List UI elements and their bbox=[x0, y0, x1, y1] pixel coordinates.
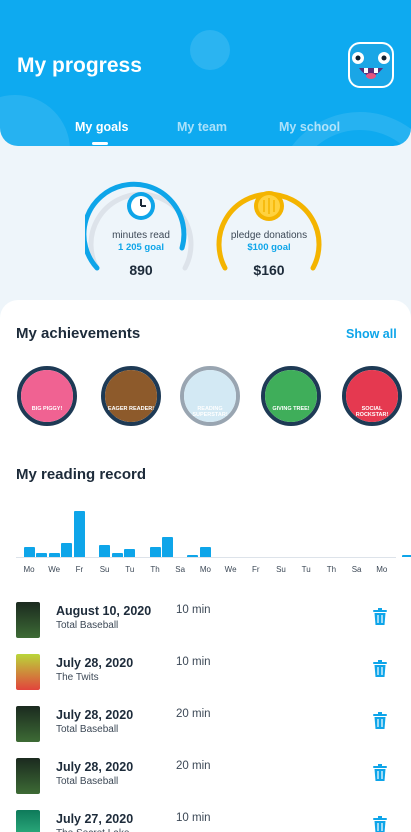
achievement-badge[interactable]: BIG PIGGY! bbox=[17, 366, 77, 426]
achievements-title: My achievements bbox=[16, 325, 141, 342]
goal-label: pledge donations bbox=[230, 230, 308, 241]
goal-minutes-read: minutes read 1 205 goal 890 bbox=[85, 168, 197, 280]
monster-avatar-icon bbox=[350, 44, 392, 86]
chart-tick-label: Fr bbox=[252, 565, 260, 574]
badge-label: SOCIAL ROCKSTAR! bbox=[355, 406, 389, 418]
tab-my-goals[interactable]: My goals bbox=[75, 120, 129, 134]
chart-bar bbox=[23, 546, 35, 557]
entry-date: July 28, 2020 bbox=[56, 656, 134, 670]
entry-book-title: The Secret Lake bbox=[56, 828, 129, 832]
chart-tick-label: Sa bbox=[351, 565, 362, 574]
chart-bar bbox=[162, 536, 174, 557]
trash-icon[interactable] bbox=[372, 712, 388, 730]
trash-icon[interactable] bbox=[372, 660, 388, 678]
goal-value: $160 bbox=[253, 262, 285, 278]
coin-icon bbox=[254, 191, 284, 221]
entry-minutes: 20 min bbox=[176, 760, 211, 772]
entry-minutes: 10 min bbox=[176, 656, 211, 668]
book-cover bbox=[16, 602, 40, 638]
entry-date: August 10, 2020 bbox=[56, 604, 152, 618]
chart-tick-label: Th bbox=[150, 565, 160, 574]
chart-baseline bbox=[16, 557, 396, 558]
reading-entry[interactable]: July 28, 2020 Total Baseball 20 min bbox=[16, 706, 396, 746]
chart-tick-label: Mo bbox=[23, 565, 35, 574]
tab-my-school[interactable]: My school bbox=[279, 120, 340, 134]
goal-label: minutes read bbox=[112, 230, 170, 241]
achievement-badge[interactable]: READING SUPERSTAR! bbox=[180, 366, 240, 426]
entry-date: July 28, 2020 bbox=[56, 760, 134, 774]
book-cover bbox=[16, 654, 40, 690]
reading-entry[interactable]: July 28, 2020 The Twits 10 min bbox=[16, 654, 396, 694]
reading-record-title: My reading record bbox=[16, 466, 147, 483]
badge-label: BIG PIGGY! bbox=[31, 406, 63, 412]
book-cover bbox=[16, 706, 40, 742]
entry-minutes: 20 min bbox=[176, 708, 211, 720]
book-cover bbox=[16, 758, 40, 794]
book-cover bbox=[16, 810, 40, 832]
avatar[interactable] bbox=[348, 42, 394, 88]
trash-icon[interactable] bbox=[372, 764, 388, 782]
tab-my-team[interactable]: My team bbox=[177, 120, 227, 134]
entry-book-title: Total Baseball bbox=[56, 620, 119, 631]
goal-value: 890 bbox=[129, 262, 153, 278]
chart-tick-label: Fr bbox=[75, 565, 84, 574]
clock-icon bbox=[127, 192, 155, 220]
badge-label: GIVING TREE! bbox=[272, 406, 310, 412]
entry-date: July 28, 2020 bbox=[56, 708, 134, 722]
goal-target: $100 goal bbox=[247, 242, 291, 253]
chart-bar bbox=[73, 511, 85, 557]
active-tab-indicator bbox=[92, 142, 108, 145]
trash-icon[interactable] bbox=[372, 608, 388, 626]
chart-tick-label: Tu bbox=[125, 565, 135, 574]
chart-tick-label: We bbox=[224, 565, 237, 574]
chart-bar bbox=[149, 546, 161, 557]
chart-tick-label: Mo bbox=[199, 565, 211, 574]
tab-bar: My goals My team My school bbox=[0, 120, 411, 142]
entry-date: July 27, 2020 bbox=[56, 812, 134, 826]
chart-bar bbox=[187, 554, 199, 557]
badge-emblem bbox=[265, 370, 317, 422]
badge-emblem bbox=[21, 370, 73, 422]
chart-tick-label: Mo bbox=[376, 565, 388, 574]
chart-bar bbox=[61, 542, 73, 557]
reading-entry[interactable]: July 27, 2020 The Secret Lake 10 min bbox=[16, 810, 396, 832]
chart-tick-label: Su bbox=[99, 565, 110, 574]
badge-label: EAGER READER! bbox=[107, 406, 155, 412]
chart-bar bbox=[99, 544, 111, 557]
chart-bar bbox=[111, 552, 123, 557]
entry-minutes: 10 min bbox=[176, 604, 211, 616]
chart-bar bbox=[36, 552, 48, 557]
chart-tick-label: Sa bbox=[175, 565, 186, 574]
decor-bubble bbox=[190, 30, 230, 70]
entry-book-title: Total Baseball bbox=[56, 724, 119, 735]
badge-label: READING SUPERSTAR! bbox=[192, 406, 228, 418]
entry-book-title: The Twits bbox=[56, 672, 99, 683]
chart-tick-label: Su bbox=[276, 565, 286, 574]
goal-pledge-donations: pledge donations $100 goal $160 bbox=[213, 168, 325, 280]
chart-bar bbox=[124, 548, 136, 557]
chart-tick-label: Tu bbox=[301, 565, 311, 574]
reading-entry[interactable]: July 28, 2020 Total Baseball 20 min bbox=[16, 758, 396, 798]
chart-tick-label: Th bbox=[326, 565, 337, 574]
entry-minutes: 10 min bbox=[176, 812, 211, 824]
chart-bar bbox=[199, 546, 211, 557]
trash-icon[interactable] bbox=[372, 816, 388, 832]
achievement-badge[interactable]: SOCIAL ROCKSTAR! bbox=[342, 366, 402, 426]
reading-entry[interactable]: August 10, 2020 Total Baseball 10 min bbox=[16, 602, 396, 642]
achievement-badge[interactable]: EAGER READER! bbox=[101, 366, 161, 426]
page-title: My progress bbox=[17, 54, 142, 77]
achievement-badge[interactable]: GIVING TREE! bbox=[261, 366, 321, 426]
chart-bar bbox=[48, 552, 60, 557]
entry-book-title: Total Baseball bbox=[56, 776, 119, 787]
chart-bar bbox=[401, 554, 411, 557]
badge-emblem bbox=[105, 370, 157, 422]
show-all-link[interactable]: Show all bbox=[346, 327, 397, 341]
chart-tick-label: We bbox=[48, 565, 61, 574]
goal-target: 1 205 goal bbox=[118, 242, 164, 253]
